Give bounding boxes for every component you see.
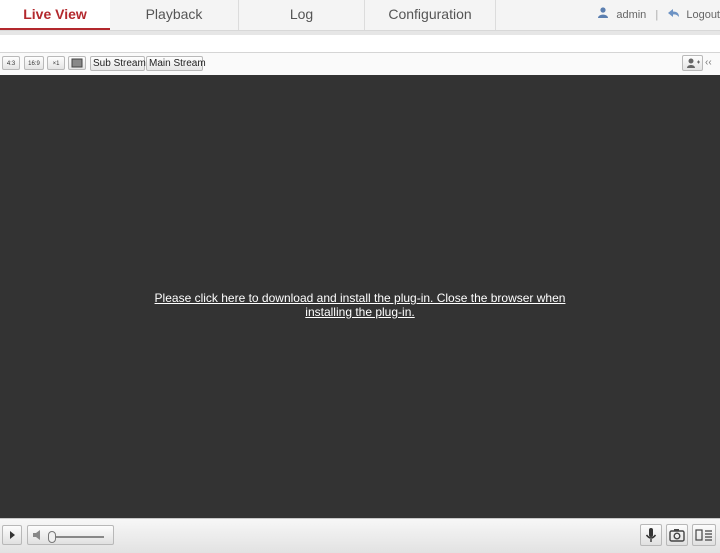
user-icon xyxy=(597,7,612,21)
capture-button[interactable] xyxy=(666,524,688,546)
play-button[interactable] xyxy=(2,525,22,545)
sub-stream-button[interactable]: Sub Stream xyxy=(90,56,146,71)
tab-log[interactable]: Log xyxy=(239,0,365,30)
username: admin xyxy=(616,9,647,22)
record-icon xyxy=(695,529,712,541)
tab-live-view[interactable]: Live View xyxy=(0,0,110,30)
plugin-message-line2[interactable]: installing the plug-in. xyxy=(140,305,580,319)
bottom-control-bar xyxy=(0,518,720,553)
plugin-download-link[interactable]: Please click here to download and instal… xyxy=(140,291,580,319)
aspect-16-9-button[interactable]: 16:9 xyxy=(24,56,44,70)
microphone-icon xyxy=(645,528,657,542)
microphone-button[interactable] xyxy=(640,524,662,546)
tab-configuration[interactable]: Configuration xyxy=(365,0,496,30)
record-button[interactable] xyxy=(692,524,716,546)
camera-icon xyxy=(669,529,685,542)
tab-playback[interactable]: Playback xyxy=(110,0,239,30)
volume-slider-track[interactable] xyxy=(50,536,104,538)
logout-link[interactable]: Logout xyxy=(686,9,720,21)
user-separator: | xyxy=(655,9,659,22)
volume-control[interactable] xyxy=(27,525,114,545)
volume-icon xyxy=(33,530,40,540)
collapse-icon[interactable]: ‹‹ xyxy=(705,56,717,70)
user-area: admin | Logout xyxy=(597,0,720,30)
ptz-button[interactable] xyxy=(682,55,703,71)
auto-fit-button[interactable] xyxy=(68,56,86,70)
ptz-icon xyxy=(685,58,701,71)
volume-slider-knob[interactable] xyxy=(48,531,56,543)
logout-icon[interactable] xyxy=(667,9,683,21)
video-viewer[interactable]: Please click here to download and instal… xyxy=(0,75,720,518)
plugin-message-line1[interactable]: Please click here to download and instal… xyxy=(140,291,580,305)
aspect-original-button[interactable]: ×1 xyxy=(47,56,65,70)
window-icon xyxy=(71,58,83,68)
header-divider xyxy=(0,31,720,35)
aspect-4-3-button[interactable]: 4:3 xyxy=(2,56,20,70)
live-view-toolbar: 4:3 16:9 ×1 Sub Stream Main Stream ‹‹ xyxy=(0,52,720,76)
play-icon xyxy=(10,531,15,539)
top-nav-bar: Live View Playback Log Configuration adm… xyxy=(0,0,720,31)
main-stream-button[interactable]: Main Stream xyxy=(146,56,206,71)
